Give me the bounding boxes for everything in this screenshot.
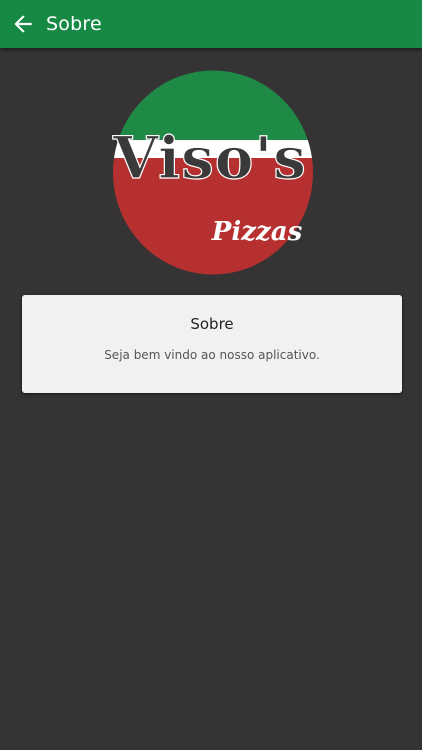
about-card-title: Sobre [190, 315, 234, 333]
about-card: Sobre Seja bem vindo ao nosso aplicativo… [22, 295, 402, 393]
svg-text:Viso's: Viso's [112, 124, 307, 192]
app-bar: Sobre [0, 0, 422, 48]
page-title: Sobre [46, 13, 102, 35]
arrow-left-icon [14, 15, 32, 33]
about-card-text: Seja bem vindo ao nosso aplicativo. [104, 348, 320, 362]
visos-pizzas-logo: Viso's Pizzas [112, 70, 314, 275]
back-button[interactable] [0, 0, 46, 48]
svg-text:Pizzas: Pizzas [211, 217, 303, 247]
